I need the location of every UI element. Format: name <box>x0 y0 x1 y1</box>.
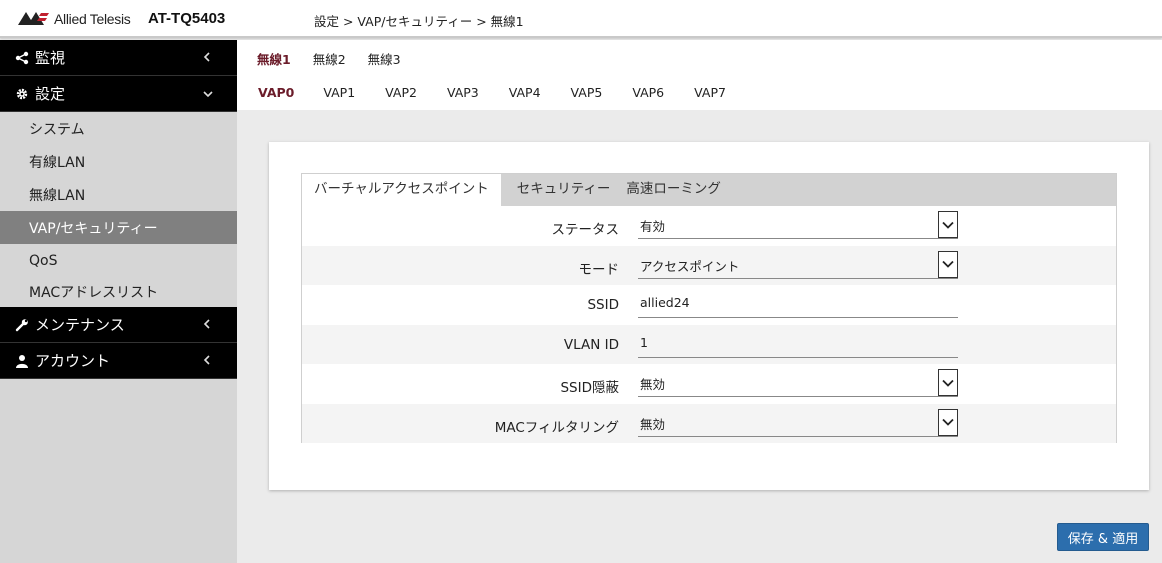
tab-security[interactable]: セキュリティー <box>501 174 618 206</box>
mode-value: アクセスポイント <box>640 258 740 274</box>
sidebar-group-label: 設定 <box>35 85 66 103</box>
mode-label: モード <box>578 261 620 278</box>
tab-virtual-access-point[interactable]: バーチャルアクセスポイント <box>302 174 501 206</box>
top-header: Allied Telesis AT-TQ5403 設定 > VAP/セキュリティ… <box>0 0 1162 38</box>
ssid-hidden-label: SSID隠蔽 <box>560 380 619 396</box>
ssid-label: SSID <box>587 297 619 313</box>
sidebar-item-qos[interactable]: QoS <box>0 244 237 277</box>
mode-select[interactable]: アクセスポイント <box>638 250 958 279</box>
subtab-bar: バーチャルアクセスポイント セキュリティー 高速ローミング <box>302 174 1116 206</box>
sidebar-group-label: アカウント <box>35 352 111 370</box>
tab-radio-2[interactable]: 無線2 <box>303 40 356 78</box>
form-row-vlan-id: VLAN ID 1 <box>302 324 1116 364</box>
tab-vap5[interactable]: VAP5 <box>556 78 618 110</box>
mac-filter-select[interactable]: 無効 <box>638 408 958 437</box>
vlan-id-value: 1 <box>640 334 648 350</box>
sidebar-item-system[interactable]: システム <box>0 112 237 145</box>
mac-filter-label: MACフィルタリング <box>494 419 619 436</box>
vap-settings-box: バーチャルアクセスポイント セキュリティー 高速ローミング ステータス 有効 モ… <box>301 173 1117 443</box>
vlan-id-input[interactable]: 1 <box>638 330 958 358</box>
chevron-down-icon[interactable] <box>938 369 958 396</box>
mac-filter-value: 無効 <box>640 416 666 432</box>
tab-vap2[interactable]: VAP2 <box>370 78 432 110</box>
form-row-status: ステータス 有効 <box>302 206 1116 246</box>
tab-vap0[interactable]: VAP0 <box>237 78 308 110</box>
sidebar: 監視 設定 システム 有線LAN 無線LAN VAP/セキュリティー QoS M… <box>0 40 237 563</box>
form-row-ssid-hidden: SSID隠蔽 無効 <box>302 364 1116 404</box>
vlan-id-label: VLAN ID <box>563 336 619 353</box>
form-row-mac-filter: MACフィルタリング 無効 <box>302 403 1116 443</box>
sidebar-group-label: メンテナンス <box>35 316 125 334</box>
chevron-left-icon <box>203 51 211 66</box>
sidebar-group-label: 監視 <box>35 49 66 67</box>
status-value: 有効 <box>640 219 666 234</box>
gear-icon <box>15 87 29 101</box>
breadcrumb: 設定 > VAP/セキュリティー > 無線1 <box>314 14 524 29</box>
chevron-down-icon <box>203 87 213 102</box>
sidebar-item-wired-lan[interactable]: 有線LAN <box>0 145 237 178</box>
settings-panel: バーチャルアクセスポイント セキュリティー 高速ローミング ステータス 有効 モ… <box>269 142 1149 490</box>
form-row-ssid: SSID allied24 <box>302 285 1116 325</box>
tab-navigation: 無線1 無線2 無線3 VAP0 VAP1 VAP2 VAP3 VAP4 VAP… <box>237 40 1162 110</box>
device-model: AT-TQ5403 <box>148 10 226 27</box>
chevron-left-icon <box>203 318 211 333</box>
logo-mark-icon <box>18 12 50 26</box>
user-icon <box>15 354 29 368</box>
sidebar-group-maintenance[interactable]: メンテナンス <box>0 307 237 343</box>
ssid-hidden-value: 無効 <box>640 377 666 392</box>
tab-vap7[interactable]: VAP7 <box>679 78 741 110</box>
wrench-icon <box>15 318 29 332</box>
chevron-down-icon[interactable] <box>938 250 958 278</box>
tab-vap6[interactable]: VAP6 <box>617 78 679 110</box>
sidebar-group-monitor[interactable]: 監視 <box>0 40 237 76</box>
status-label: ステータス <box>551 222 620 238</box>
radio-tabs: 無線1 無線2 無線3 <box>237 40 411 78</box>
vap-tabs: VAP0 VAP1 VAP2 VAP3 VAP4 VAP5 VAP6 VAP7 <box>237 78 1162 110</box>
sidebar-item-mac-address-list[interactable]: MACアドレスリスト <box>0 277 237 307</box>
sidebar-group-settings[interactable]: 設定 <box>0 76 237 112</box>
allied-telesis-logo: Allied Telesis <box>18 11 131 27</box>
ssid-value: allied24 <box>640 295 690 310</box>
sidebar-item-vap-security[interactable]: VAP/セキュリティー <box>0 211 237 244</box>
chevron-down-icon[interactable] <box>938 408 958 436</box>
sidebar-group-account[interactable]: アカウント <box>0 343 237 379</box>
tab-vap3[interactable]: VAP3 <box>432 78 494 110</box>
chevron-down-icon[interactable] <box>938 211 958 238</box>
tab-vap4[interactable]: VAP4 <box>494 78 556 110</box>
form-row-mode: モード アクセスポイント <box>302 245 1116 285</box>
tab-radio-3[interactable]: 無線3 <box>358 40 411 78</box>
tab-fast-roaming[interactable]: 高速ローミング <box>617 174 733 206</box>
ssid-hidden-select[interactable]: 無効 <box>638 369 958 397</box>
ssid-input[interactable]: allied24 <box>638 290 958 318</box>
chevron-left-icon <box>203 354 211 369</box>
sidebar-item-wireless-lan[interactable]: 無線LAN <box>0 178 237 211</box>
share-icon <box>15 51 29 65</box>
save-apply-button[interactable]: 保存 & 適用 <box>1057 523 1149 551</box>
tab-radio-1[interactable]: 無線1 <box>247 40 301 78</box>
brand-name: Allied Telesis <box>54 11 131 27</box>
tab-vap1[interactable]: VAP1 <box>308 78 370 110</box>
status-select[interactable]: 有効 <box>638 211 958 239</box>
